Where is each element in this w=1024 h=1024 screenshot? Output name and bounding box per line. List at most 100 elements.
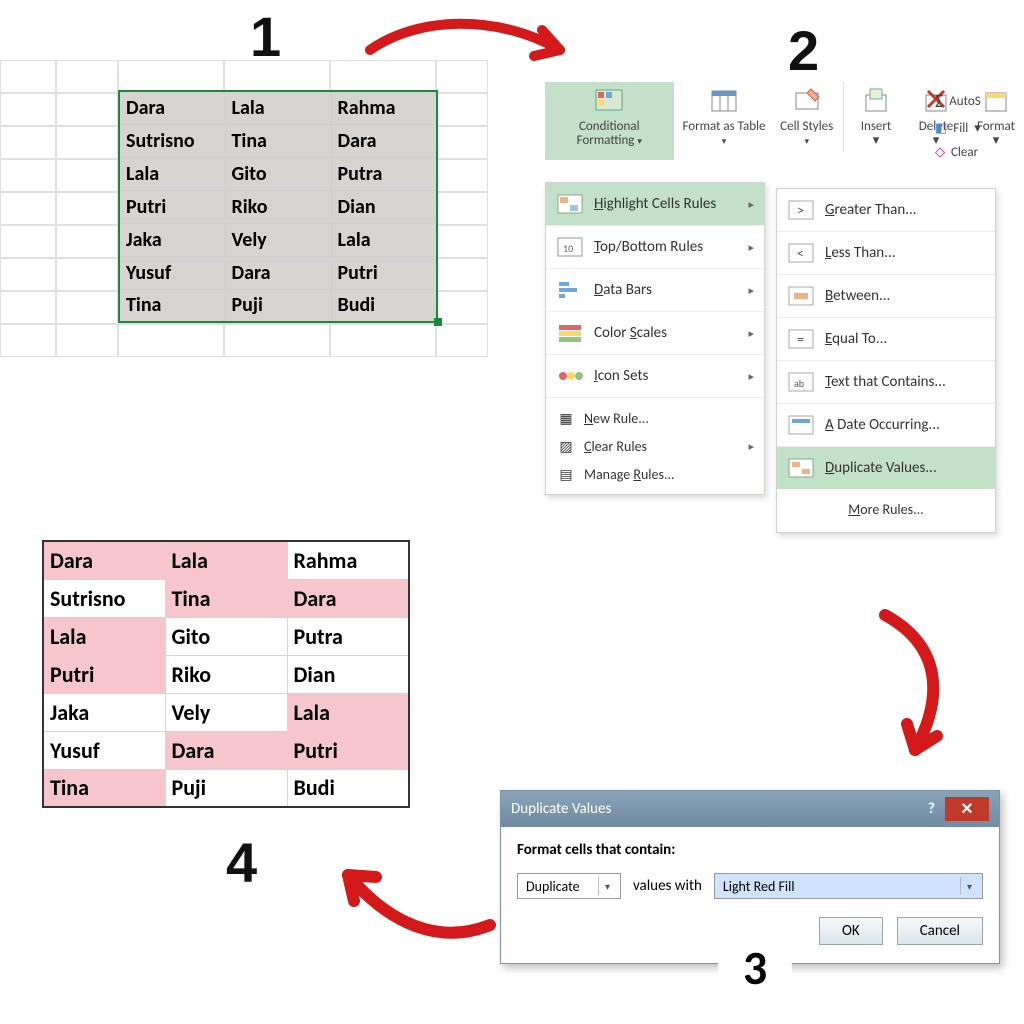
menu-new-rule[interactable]: ▦New Rule...	[546, 404, 764, 432]
autosum-button[interactable]: ΣAutoS	[935, 85, 981, 117]
dialog-prompt-label: Format cells that contain:	[517, 841, 983, 859]
result-table: DaraLalaRahmaSutrisnoTinaDaraLalaGitoPut…	[42, 540, 410, 808]
dialog-close-button[interactable]: ✕	[945, 797, 989, 821]
submenu-less-than[interactable]: < Less Than...	[777, 232, 995, 275]
less-than-icon: <	[787, 242, 815, 264]
table-cell: Putri	[43, 655, 165, 693]
table-cell[interactable]: Lala	[225, 91, 331, 124]
table-cell: Vely	[165, 693, 287, 731]
ribbon-editing-group: ΣAutoS ◧Fill ▾ ◇Clear	[935, 85, 981, 164]
submenu-text-contains[interactable]: ab Text that Contains...	[777, 361, 995, 404]
chevron-down-icon: ▾	[960, 877, 978, 895]
table-cell[interactable]: Gito	[225, 157, 331, 190]
cell-styles-icon	[790, 84, 824, 118]
selection-handle[interactable]	[434, 318, 442, 326]
step-label-2: 2	[788, 18, 819, 83]
table-cell: Lala	[165, 541, 287, 579]
cancel-button[interactable]: Cancel	[897, 917, 983, 945]
menu-icon-sets[interactable]: Icon Sets▸	[546, 355, 764, 398]
submenu-more-rules[interactable]: More Rules...	[777, 489, 995, 532]
conditional-formatting-button[interactable]: Conditional Formatting ▾	[545, 82, 674, 160]
table-cell[interactable]: Puji	[225, 289, 331, 322]
format-as-table-button[interactable]: Format as Table ▾	[678, 82, 771, 160]
step-label-3: 3	[718, 930, 792, 1004]
table-cell[interactable]: Jaka	[119, 223, 225, 256]
values-with-label: values with	[633, 877, 702, 895]
table-cell: Sutrisno	[43, 579, 165, 617]
submenu-equal-to[interactable]: = Equal To...	[777, 318, 995, 361]
arrow-2-to-3	[850, 605, 970, 765]
submenu-greater-than[interactable]: > Greater Than...	[777, 189, 995, 232]
duplicate-unique-select[interactable]: Duplicate ▾	[517, 873, 621, 899]
table-cell[interactable]: Budi	[331, 289, 437, 322]
table-cell: Puji	[165, 769, 287, 807]
cell-styles-button[interactable]: Cell Styles ▾	[774, 82, 839, 160]
svg-text:=: =	[797, 331, 804, 348]
table-cell[interactable]: Dara	[331, 124, 437, 157]
data-bars-icon	[556, 279, 584, 301]
table-cell[interactable]: Sutrisno	[119, 124, 225, 157]
svg-text:>: >	[797, 202, 804, 219]
arrow-3-to-4	[330, 855, 500, 955]
clear-rules-icon: ▨	[556, 437, 576, 455]
table-cell[interactable]: Riko	[225, 190, 331, 223]
table-cell: Dara	[287, 579, 409, 617]
clear-button[interactable]: ◇Clear	[935, 141, 981, 164]
table-cell[interactable]: Putri	[331, 256, 437, 289]
svg-text:<: <	[797, 245, 804, 262]
table-cell: Budi	[287, 769, 409, 807]
table-cell: Gito	[165, 617, 287, 655]
dialog-titlebar[interactable]: Duplicate Values ? ✕	[501, 791, 999, 827]
insert-label: Insert	[861, 119, 892, 134]
table-cell[interactable]: Putri	[119, 190, 225, 223]
table-cell[interactable]: Dara	[119, 91, 225, 124]
format-label: Format	[977, 119, 1015, 134]
table-cell[interactable]: Vely	[225, 223, 331, 256]
menu-color-scales[interactable]: Color Scales▸	[546, 312, 764, 355]
table-cell[interactable]: Lala	[331, 223, 437, 256]
conditional-formatting-label: Conditional Formatting	[577, 119, 640, 148]
manage-rules-icon: ▤	[556, 465, 576, 483]
insert-button[interactable]: Insert▾	[848, 82, 904, 160]
table-cell[interactable]: Tina	[225, 124, 331, 157]
table-cell: Tina	[165, 579, 287, 617]
fill-button[interactable]: ◧Fill ▾	[935, 117, 981, 140]
menu-manage-rules[interactable]: ▤Manage Rules...	[546, 460, 764, 488]
table-cell[interactable]: Rahma	[331, 91, 437, 124]
highlight-cells-submenu: > Greater Than... < Less Than... Between…	[776, 188, 996, 533]
table-cell: Dian	[287, 655, 409, 693]
top-bottom-icon: 10	[556, 236, 584, 258]
between-icon	[787, 285, 815, 307]
color-scales-icon	[556, 322, 584, 344]
insert-icon	[859, 84, 893, 118]
table-cell: Dara	[43, 541, 165, 579]
table-cell: Lala	[287, 693, 409, 731]
submenu-date-occurring[interactable]: A Date Occurring...	[777, 404, 995, 447]
submenu-duplicate-values[interactable]: Duplicate Values...	[777, 447, 995, 489]
icon-sets-icon	[556, 365, 584, 387]
duplicate-values-icon	[787, 457, 815, 479]
table-cell[interactable]: Yusuf	[119, 256, 225, 289]
submenu-between[interactable]: Between...	[777, 275, 995, 318]
table-cell[interactable]: Lala	[119, 157, 225, 190]
step-label-4: 4	[226, 830, 257, 895]
date-occurring-icon	[787, 414, 815, 436]
dialog-help-button[interactable]: ?	[924, 800, 939, 818]
menu-data-bars[interactable]: Data Bars▸	[546, 269, 764, 312]
table-cell: Putri	[287, 731, 409, 769]
menu-highlight-cells-rules[interactable]: HHighlight Cells Rulesighlight Cells Rul…	[546, 183, 764, 226]
table-cell[interactable]: Tina	[119, 289, 225, 322]
table-cell[interactable]: Dian	[331, 190, 437, 223]
table-cell: Lala	[43, 617, 165, 655]
menu-top-bottom-rules[interactable]: 10 Top/Bottom Rules▸	[546, 226, 764, 269]
table-cell: Dara	[165, 731, 287, 769]
equal-to-icon: =	[787, 328, 815, 350]
chevron-down-icon: ▾	[598, 877, 616, 895]
menu-clear-rules[interactable]: ▨Clear Rules▸	[546, 432, 764, 460]
text-contains-icon: ab	[787, 371, 815, 393]
selected-range[interactable]: DaraLalaRahmaSutrisnoTinaDaraLalaGitoPut…	[118, 90, 438, 323]
table-cell[interactable]: Putra	[331, 157, 437, 190]
table-cell[interactable]: Dara	[225, 256, 331, 289]
ok-button[interactable]: OK	[819, 917, 883, 945]
format-style-select[interactable]: Light Red Fill ▾	[714, 873, 983, 899]
